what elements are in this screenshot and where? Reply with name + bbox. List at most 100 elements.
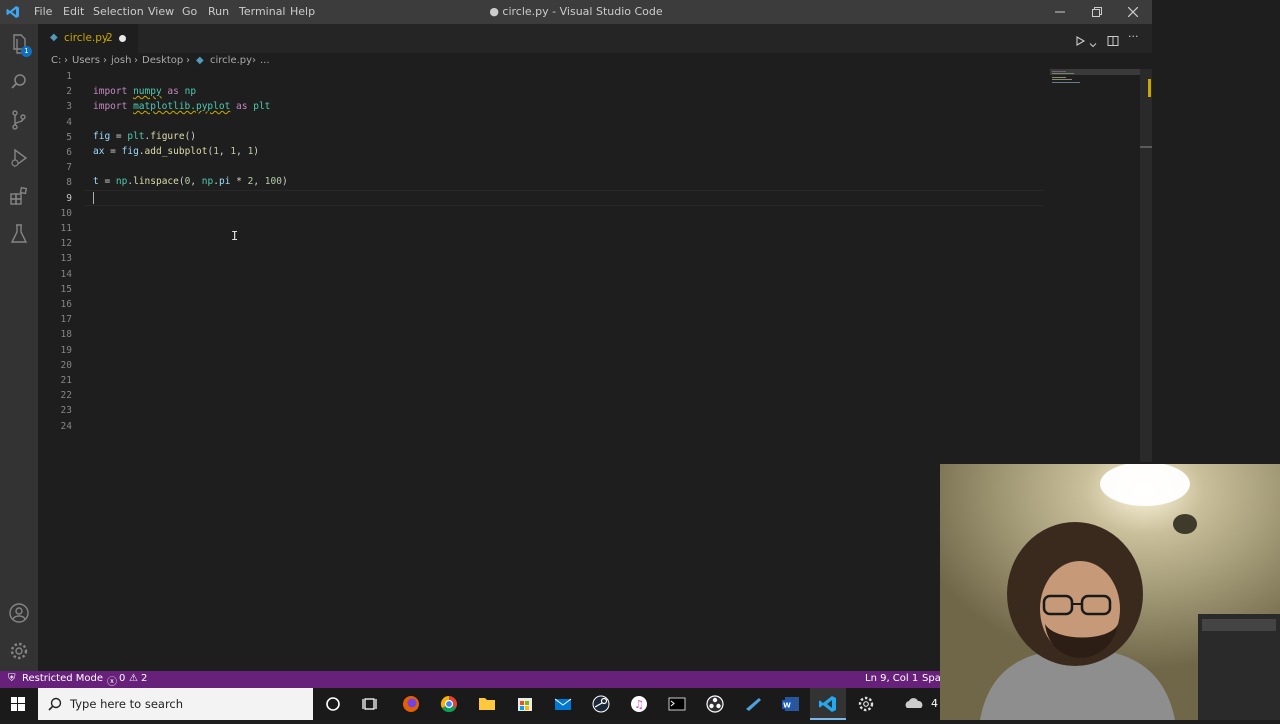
breadcrumb-symbols[interactable]: ... xyxy=(260,55,270,66)
vscode-taskbar-icon[interactable] xyxy=(810,688,846,720)
line-number: 16 xyxy=(60,299,72,310)
vertical-scrollbar[interactable] xyxy=(1140,69,1152,462)
breadcrumb-separator-icon: › xyxy=(134,55,138,66)
code-line-2[interactable]: import numpy as np xyxy=(93,86,196,97)
line-number: 20 xyxy=(60,359,72,371)
menu-help[interactable]: Help xyxy=(290,0,315,24)
vscode-logo-icon xyxy=(6,5,20,19)
menu-edit[interactable]: Edit xyxy=(63,0,84,24)
keyword: import xyxy=(93,101,128,112)
line-number: 21 xyxy=(60,375,72,386)
minimize-button[interactable] xyxy=(1042,0,1078,24)
menu-go[interactable]: Go xyxy=(182,0,197,24)
testing-flask-icon[interactable] xyxy=(7,222,31,246)
firefox-icon[interactable] xyxy=(393,688,429,720)
minimap[interactable] xyxy=(1050,69,1140,149)
minimap-line xyxy=(1052,73,1074,74)
code-line-3[interactable]: import matplotlib.pyplot as plt xyxy=(93,101,270,112)
line-number: 8 xyxy=(66,177,72,189)
line-number: 1 xyxy=(66,71,72,82)
close-button[interactable] xyxy=(1115,0,1151,24)
explorer-icon[interactable]: 1 xyxy=(7,32,32,57)
operator: * xyxy=(230,176,248,187)
chrome-icon[interactable] xyxy=(431,688,467,720)
breadcrumb-josh[interactable]: josh xyxy=(111,55,131,66)
menu-terminal[interactable]: Terminal xyxy=(239,0,286,24)
task-view-icon[interactable] xyxy=(353,688,389,720)
breadcrumb-separator-icon: › xyxy=(64,55,68,66)
accounts-icon[interactable] xyxy=(7,601,31,625)
cursor-position[interactable]: Ln 9, Col 1 xyxy=(865,673,918,684)
onedrive-cloud-icon[interactable] xyxy=(896,688,932,720)
tab-problem-count: 2 xyxy=(106,32,113,44)
alias: np xyxy=(184,86,197,97)
breadcrumb-drive[interactable]: C: xyxy=(51,55,61,66)
error-icon[interactable]: ⓧ xyxy=(107,673,117,688)
breadcrumb-separator-icon: › xyxy=(186,55,190,66)
itunes-icon[interactable]: ♫ xyxy=(621,688,657,720)
function-name: figure xyxy=(150,131,185,142)
search-icon[interactable] xyxy=(7,70,31,94)
restricted-mode-shield-icon[interactable]: ⛨ xyxy=(8,673,16,684)
explorer-badge: 1 xyxy=(21,46,32,57)
python-file-icon: ◆ xyxy=(196,55,204,66)
menu-view[interactable]: View xyxy=(148,0,174,24)
activity-bar: 1 xyxy=(0,24,38,671)
line-number: 13 xyxy=(60,253,72,265)
more-actions-icon[interactable]: ··· xyxy=(1128,30,1139,43)
extensions-icon[interactable] xyxy=(7,184,31,208)
warning-count[interactable]: 2 xyxy=(141,673,147,684)
operator: = xyxy=(110,131,128,142)
line-number: 3 xyxy=(66,101,72,113)
settings-app-icon[interactable] xyxy=(848,688,884,720)
run-debug-icon[interactable] xyxy=(7,146,31,170)
code-line-8[interactable]: t = np.linspace(0, np.pi * 2, 100) xyxy=(93,176,288,187)
steam-icon[interactable] xyxy=(583,688,619,720)
windows-start-icon[interactable] xyxy=(0,688,36,720)
paint-app-icon[interactable] xyxy=(735,688,771,720)
line-number: 2 xyxy=(66,86,72,98)
file-explorer-icon[interactable] xyxy=(469,688,505,720)
cortana-icon[interactable] xyxy=(315,688,351,720)
word-icon[interactable]: W xyxy=(773,688,809,720)
restricted-mode-status[interactable]: Restricted Mode xyxy=(22,673,103,684)
breadcrumb: C: › Users › josh › Desktop › ◆ circle.p… xyxy=(38,53,1152,69)
line-number: 15 xyxy=(60,283,72,295)
menu-file[interactable]: File xyxy=(34,0,52,24)
python-file-icon: ◆ xyxy=(50,32,58,43)
breadcrumb-users[interactable]: Users xyxy=(72,55,100,66)
chevron-down-icon[interactable] xyxy=(1089,34,1097,53)
function-name: add_subplot xyxy=(144,146,208,157)
source-control-icon[interactable] xyxy=(7,108,31,132)
taskbar-search[interactable]: Type here to search xyxy=(38,688,313,720)
line-number: 23 xyxy=(60,405,72,417)
settings-gear-icon[interactable] xyxy=(7,639,31,663)
split-editor-icon[interactable] xyxy=(1107,32,1119,51)
warning-icon[interactable]: ⚠ xyxy=(129,673,138,684)
scrollbar-warning-marker xyxy=(1148,79,1151,97)
line-number: 24 xyxy=(60,420,72,432)
keyword: as xyxy=(236,101,248,112)
restore-button[interactable] xyxy=(1079,0,1115,24)
keyword: import xyxy=(93,86,128,97)
tab-bar: ◆ circle.py 2 ··· xyxy=(38,24,1152,53)
code-line-6[interactable]: ax = fig.add_subplot(1, 1, 1) xyxy=(93,146,259,157)
obs-icon[interactable] xyxy=(697,688,733,720)
svg-text:W: W xyxy=(783,702,791,710)
menu-selection[interactable]: Selection xyxy=(93,0,144,24)
breadcrumb-file[interactable]: circle.py xyxy=(210,55,252,66)
function-name: linspace xyxy=(133,176,179,187)
run-file-icon[interactable] xyxy=(1074,32,1086,51)
minimap-slider[interactable] xyxy=(1050,69,1140,75)
menu-run[interactable]: Run xyxy=(208,0,229,24)
windows-taskbar: Type here to search ♫ W 4 xyxy=(0,688,940,720)
error-count[interactable]: 0 xyxy=(119,673,125,684)
unsaved-dot-icon[interactable] xyxy=(119,35,126,42)
tab-circle-py[interactable]: ◆ circle.py 2 xyxy=(38,24,138,53)
comma: , xyxy=(236,146,248,157)
terminal-icon[interactable] xyxy=(659,688,695,720)
breadcrumb-desktop[interactable]: Desktop xyxy=(142,55,183,66)
code-line-5[interactable]: fig = plt.figure() xyxy=(93,131,196,142)
microsoft-store-icon[interactable] xyxy=(507,688,543,720)
mail-icon[interactable] xyxy=(545,688,581,720)
